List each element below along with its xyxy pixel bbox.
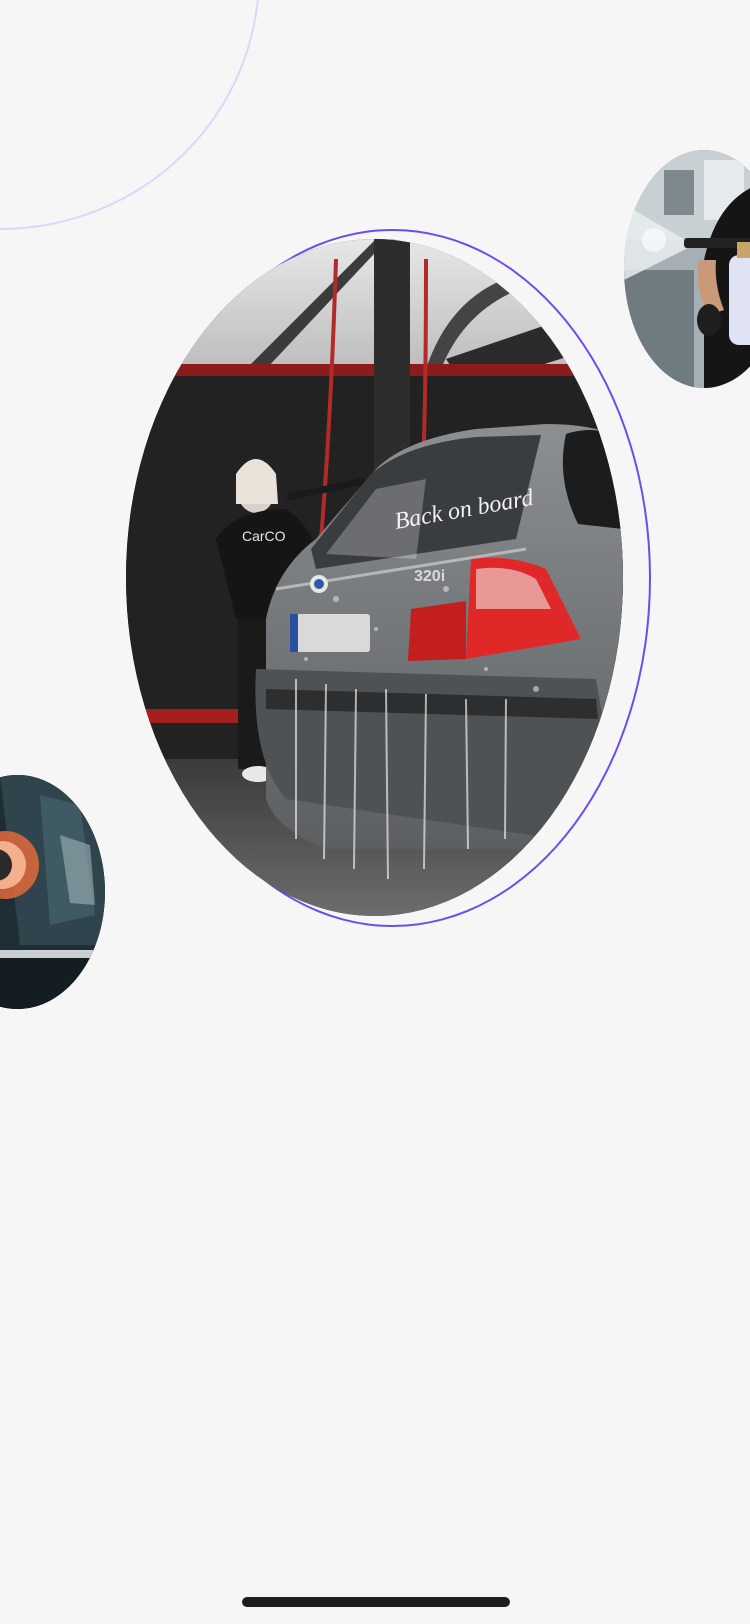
car-wash-illustration: CarCO Back on board 320i xyxy=(126,239,623,916)
home-indicator[interactable] xyxy=(242,1597,510,1607)
hoodie-text: CarCO xyxy=(242,528,286,544)
side-photo-polisher xyxy=(0,775,105,1009)
polisher-illustration xyxy=(0,775,105,1009)
decorative-arc xyxy=(0,0,260,230)
main-photo-car-wash: CarCO Back on board 320i xyxy=(126,239,623,916)
foam-cannon-illustration xyxy=(624,150,750,388)
side-photo-foam-cannon xyxy=(624,150,750,388)
badge-text: 320i xyxy=(414,568,445,585)
onboarding-screen: CarCO Back on board 320i xyxy=(0,0,750,1624)
